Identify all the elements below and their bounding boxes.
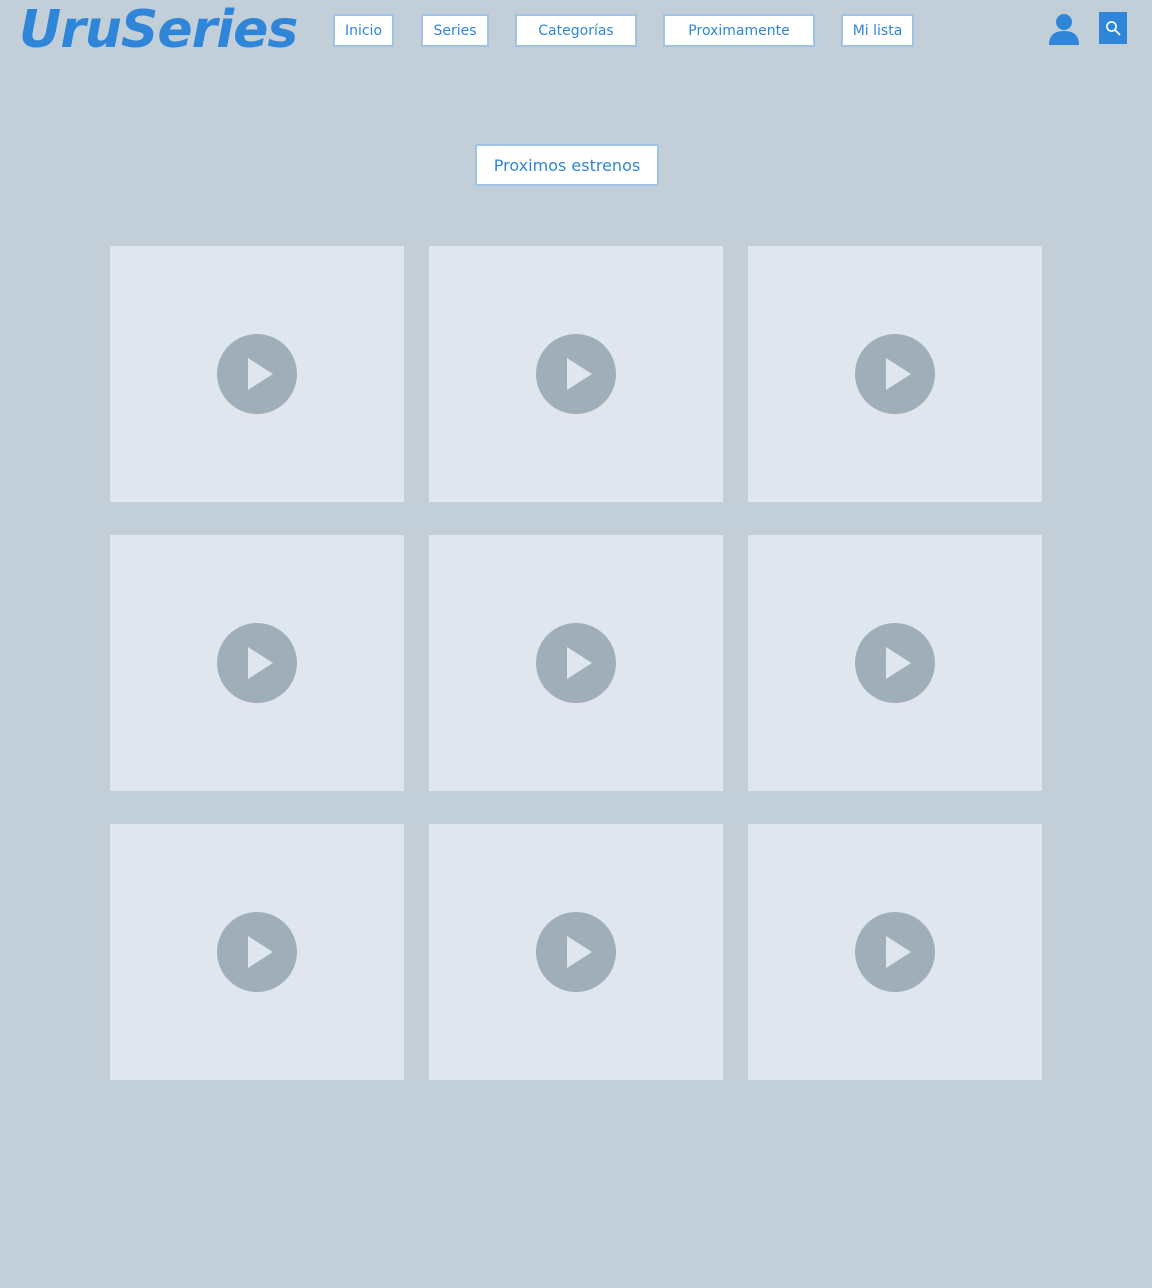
- user-icon[interactable]: [1047, 12, 1081, 46]
- section-title: Proximos estrenos: [475, 144, 659, 186]
- series-card[interactable]: [748, 535, 1042, 791]
- play-icon[interactable]: [855, 623, 935, 703]
- nav-proximamente[interactable]: Proximamente: [663, 14, 815, 47]
- series-card[interactable]: [748, 246, 1042, 502]
- play-icon[interactable]: [855, 334, 935, 414]
- play-icon[interactable]: [536, 334, 616, 414]
- series-card[interactable]: [429, 246, 723, 502]
- play-icon[interactable]: [536, 623, 616, 703]
- search-icon: [1106, 21, 1121, 36]
- series-card[interactable]: [429, 535, 723, 791]
- play-icon[interactable]: [536, 912, 616, 992]
- series-card[interactable]: [748, 824, 1042, 1080]
- series-card[interactable]: [110, 246, 404, 502]
- series-card[interactable]: [110, 535, 404, 791]
- series-card[interactable]: [110, 824, 404, 1080]
- nav-inicio[interactable]: Inicio: [333, 14, 394, 47]
- play-icon[interactable]: [217, 912, 297, 992]
- search-button[interactable]: [1099, 12, 1127, 44]
- play-icon[interactable]: [217, 334, 297, 414]
- nav-series[interactable]: Series: [421, 14, 489, 47]
- play-icon[interactable]: [217, 623, 297, 703]
- series-card[interactable]: [429, 824, 723, 1080]
- site-logo[interactable]: UruSeries: [19, 0, 298, 62]
- nav-mi-lista[interactable]: Mi lista: [841, 14, 914, 47]
- play-icon[interactable]: [855, 912, 935, 992]
- nav-categorias[interactable]: Categorías: [515, 14, 637, 47]
